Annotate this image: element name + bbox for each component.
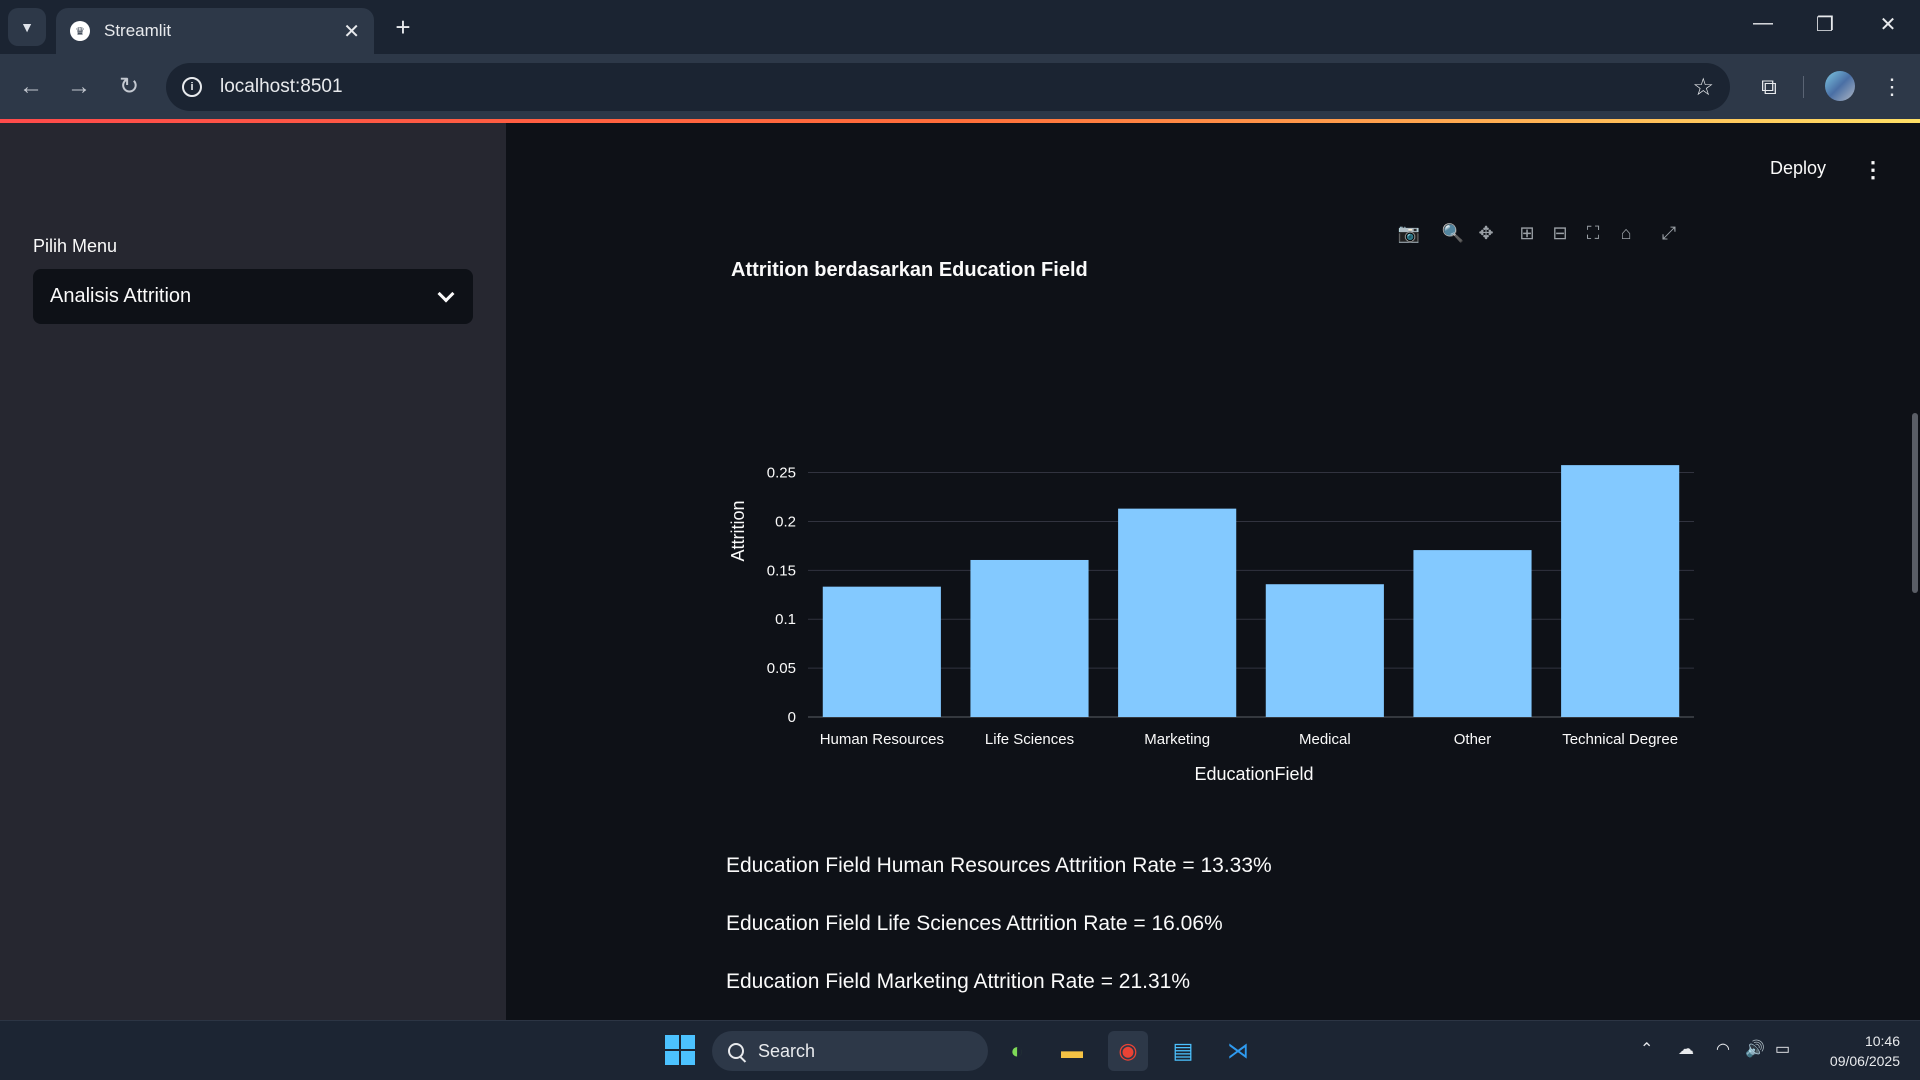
menu-select[interactable]: Analisis Attrition	[33, 269, 473, 324]
x-tick-label: Life Sciences	[985, 731, 1074, 748]
clock-time: 10:46	[1864, 1033, 1900, 1049]
browser-tab-bar: ▼ ♛ Streamlit ✕ + — ❐ ✕	[0, 0, 1920, 54]
vscode-icon[interactable]: ⋊	[1218, 1031, 1258, 1071]
stat-line: Education Field Life Sciences Attrition …	[726, 912, 1223, 935]
bar-chart: Attrition berdasarkan Education Field 0 0…	[728, 259, 1694, 783]
bar[interactable]	[1118, 508, 1237, 717]
y-axis-label: Attrition	[728, 500, 748, 561]
browser-menu-icon[interactable]: ⋮	[1875, 70, 1909, 104]
y-tick-label: 0.15	[767, 562, 796, 579]
stat-line: Education Field Marketing Attrition Rate…	[726, 970, 1191, 993]
bar[interactable]	[822, 586, 941, 717]
taskbar-clock[interactable]: 10:46 09/06/2025	[1810, 1031, 1900, 1071]
search-icon	[728, 1043, 744, 1059]
x-tick-label: Medical	[1299, 731, 1351, 748]
reload-icon[interactable]: ↻	[112, 70, 146, 104]
restore-icon[interactable]: ❐	[1810, 12, 1840, 37]
wifi-icon[interactable]: ◠	[1716, 1039, 1730, 1059]
taskbar-search[interactable]: Search	[712, 1031, 988, 1071]
x-tick-label: Marketing	[1144, 731, 1210, 748]
chart-title: Attrition berdasarkan Education Field	[731, 259, 1088, 281]
menu-select-label: Pilih Menu	[33, 236, 118, 256]
browser-tab[interactable]: ♛ Streamlit ✕	[56, 8, 374, 54]
streamlit-favicon-icon: ♛	[70, 21, 90, 41]
windows-start-icon[interactable]	[665, 1035, 697, 1067]
forward-arrow-icon[interactable]: →	[62, 70, 96, 104]
x-tick-label: Human Resources	[820, 731, 944, 748]
x-axis-label: EducationField	[1194, 764, 1313, 783]
url-text[interactable]: localhost:8501	[220, 76, 1692, 98]
new-tab-button[interactable]: +	[388, 12, 418, 42]
file-explorer-icon[interactable]: ▬	[1052, 1031, 1092, 1071]
tab-search-chevron-icon[interactable]: ▼	[8, 8, 46, 46]
taskbar-search-label: Search	[758, 1040, 816, 1061]
volume-icon[interactable]: 🔊	[1745, 1039, 1765, 1059]
os-taskbar: Search ◐ ▬ ◉ ▤ ⋊ ⌃ ☁ ◠ 🔊 ▭ 10:46 09/06/2…	[0, 1020, 1920, 1080]
menu-select-value[interactable]: Analisis Attrition	[50, 285, 440, 308]
address-bar[interactable]: i localhost:8501 ☆	[166, 63, 1730, 111]
extensions-icon[interactable]: ⧉	[1752, 70, 1786, 104]
edge-app-icon[interactable]: ◐	[997, 1031, 1037, 1071]
clock-date: 09/06/2025	[1829, 1053, 1900, 1069]
x-tick-label: Technical Degree	[1562, 731, 1678, 748]
tab-title: Streamlit	[104, 21, 172, 40]
x-tick-label: Other	[1454, 731, 1492, 748]
bookmark-star-icon[interactable]: ☆	[1692, 73, 1714, 102]
chrome-app-icon[interactable]: ◉	[1108, 1031, 1148, 1071]
chevron-down-icon[interactable]	[437, 285, 455, 302]
notepad-icon[interactable]: ▤	[1163, 1031, 1203, 1071]
y-tick-label: 0.25	[767, 465, 796, 482]
y-tick-label: 0.05	[767, 660, 796, 677]
window-close-icon[interactable]: ✕	[1873, 12, 1903, 37]
minimize-icon[interactable]: —	[1748, 12, 1778, 35]
tab-close-icon[interactable]: ✕	[343, 19, 360, 44]
y-tick-label: 0.2	[775, 513, 796, 530]
main-content: Deploy ⋮ 📷 🔍 ✥ ⊞ ⊟ ⛶ ⌂ ⤢ Attrition berda…	[506, 123, 1920, 1020]
y-tick-label: 0.1	[775, 611, 796, 628]
sidebar: Pilih Menu Analisis Attrition	[0, 123, 506, 1020]
back-arrow-icon[interactable]: ←	[14, 70, 48, 104]
bar[interactable]	[970, 559, 1089, 717]
toolbar-separator	[1803, 76, 1804, 98]
tray-overflow-chevron-icon[interactable]: ⌃	[1640, 1039, 1653, 1059]
browser-toolbar: ← → ↻ i localhost:8501 ☆ ⧉ ⋮	[0, 54, 1920, 120]
stat-line: Education Field Human Resources Attritio…	[726, 854, 1272, 877]
y-tick-label: 0	[788, 709, 796, 726]
bar[interactable]	[1413, 550, 1532, 717]
site-info-icon[interactable]: i	[182, 77, 202, 97]
bar[interactable]	[1265, 584, 1384, 717]
onedrive-cloud-icon[interactable]: ☁	[1678, 1039, 1694, 1059]
bar[interactable]	[1561, 465, 1680, 717]
profile-avatar[interactable]	[1825, 71, 1855, 101]
battery-icon[interactable]: ▭	[1775, 1039, 1790, 1059]
